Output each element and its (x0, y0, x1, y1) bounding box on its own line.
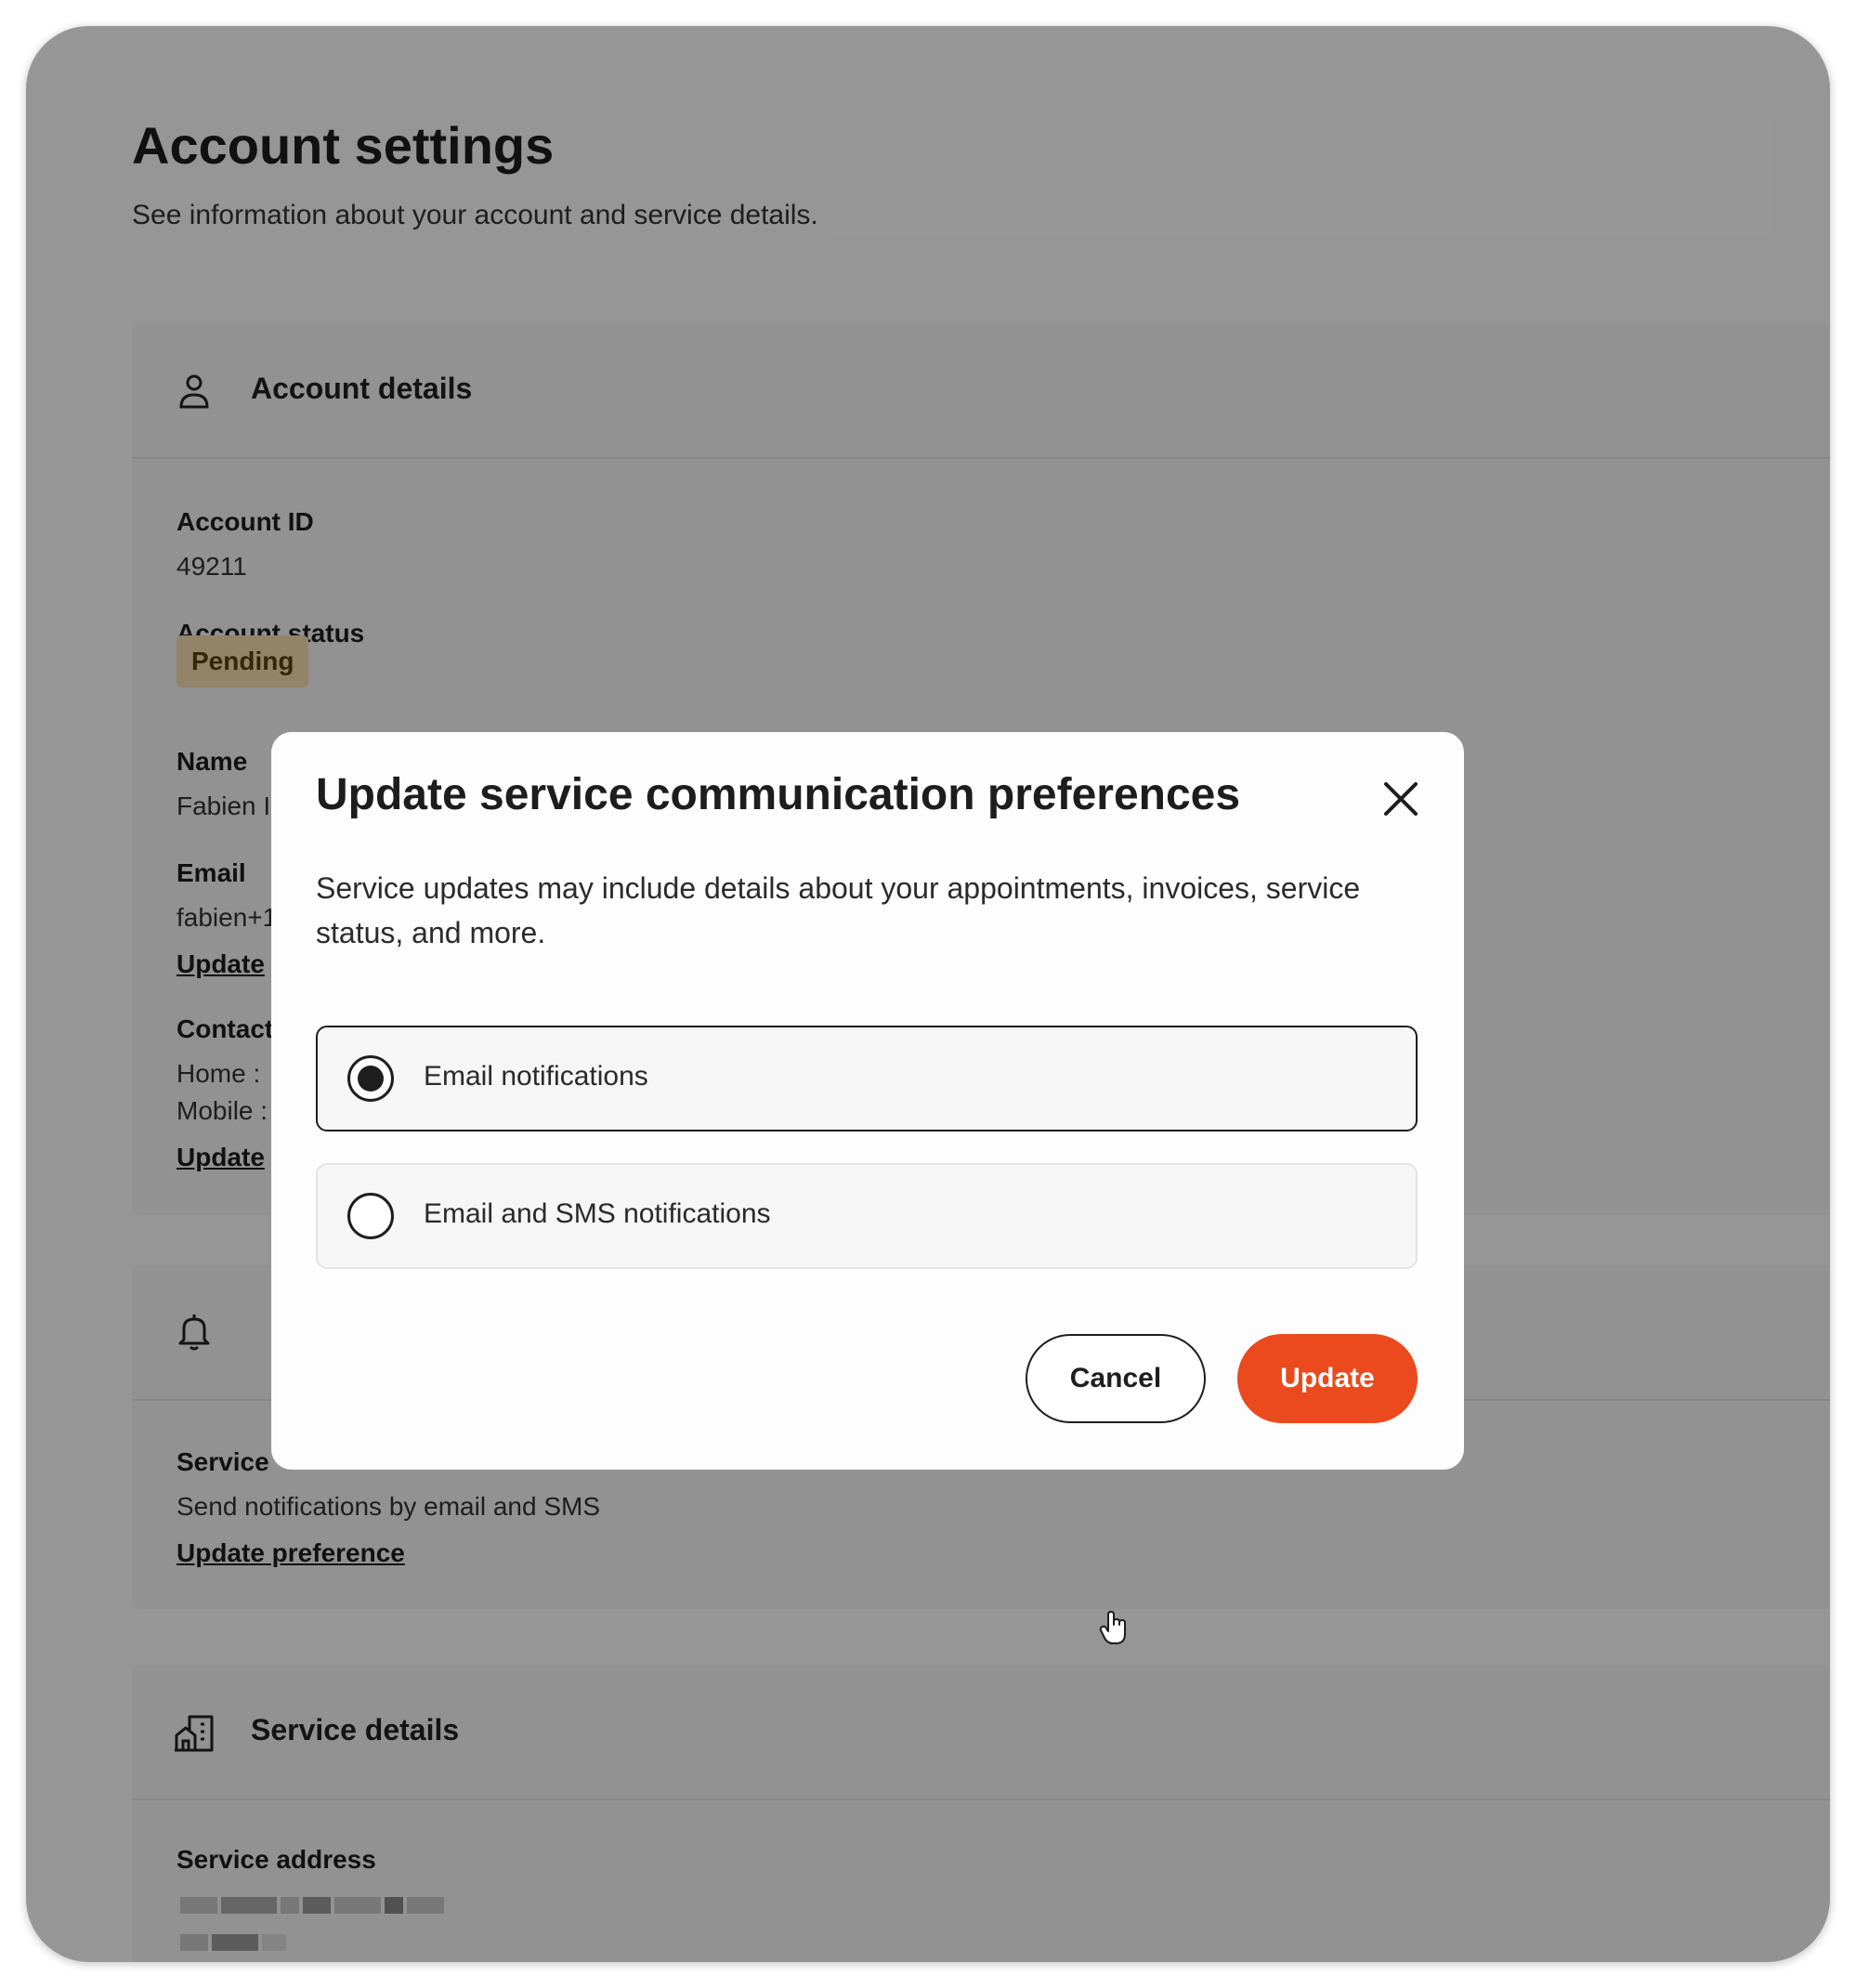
modal-description: Service updates may include details abou… (316, 871, 1361, 949)
option-label: Email and SMS notifications (424, 1198, 771, 1229)
app-window: Account settings See information about y… (26, 26, 1830, 1962)
hand-cursor-icon (1099, 1611, 1126, 1644)
update-preferences-modal: Update service communication preferences… (271, 732, 1464, 1470)
radio-button[interactable] (347, 1055, 394, 1102)
update-button[interactable]: Update (1237, 1334, 1418, 1423)
modal-title: Update service communication preferences (316, 770, 1241, 819)
radio-button[interactable] (347, 1193, 394, 1239)
option-email-sms-notifications[interactable]: Email and SMS notifications (316, 1163, 1418, 1269)
option-label: Email notifications (424, 1061, 648, 1092)
close-icon[interactable] (1377, 775, 1425, 823)
radio-selected-dot (358, 1066, 384, 1092)
cancel-button[interactable]: Cancel (1026, 1334, 1206, 1423)
option-email-notifications[interactable]: Email notifications (316, 1026, 1418, 1131)
